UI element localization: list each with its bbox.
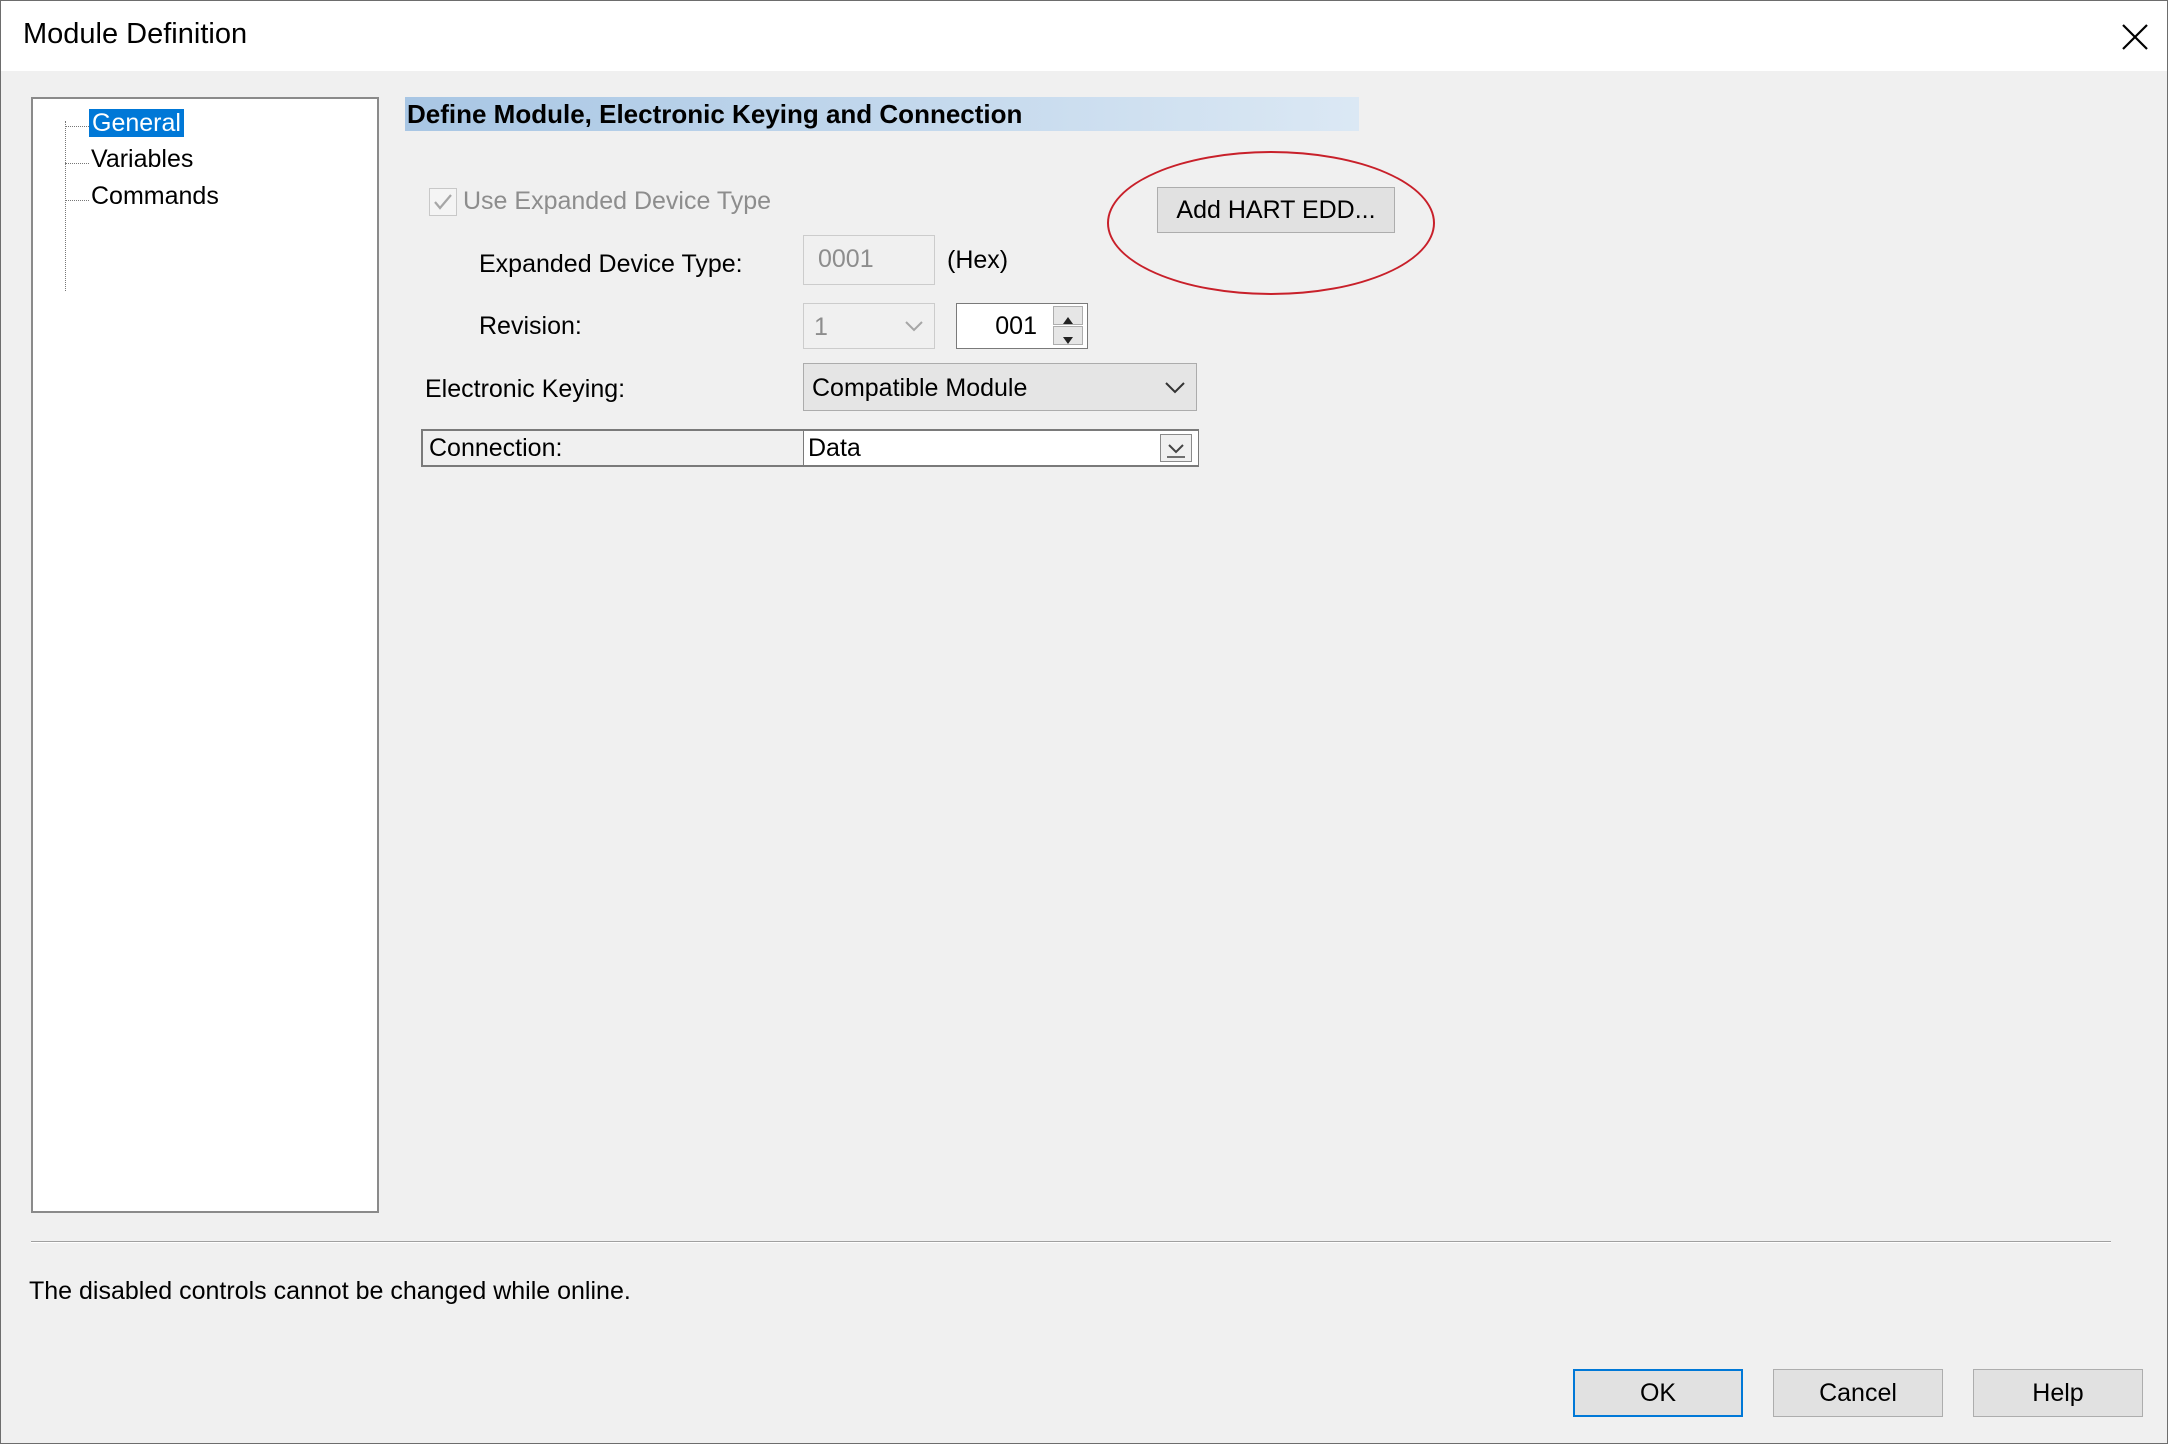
cancel-button[interactable]: Cancel [1773, 1369, 1943, 1417]
tree-item-general[interactable]: General [89, 109, 184, 138]
ok-button[interactable]: OK [1573, 1369, 1743, 1417]
revision-major-value: 1 [814, 313, 828, 341]
status-message: The disabled controls cannot be changed … [29, 1277, 631, 1305]
section-header-label: Define Module, Electronic Keying and Con… [407, 99, 1023, 129]
tree-item-label: Commands [91, 182, 219, 210]
connection-select[interactable]: Data [803, 431, 1198, 465]
electronic-keying-label: Electronic Keying: [425, 375, 626, 403]
connection-row: Connection: Data [421, 429, 1199, 467]
expanded-device-type-field[interactable]: 0001 [803, 235, 935, 285]
tree-connector-line [65, 126, 89, 127]
tree-connector-line [65, 121, 66, 291]
use-expanded-device-type-label: Use Expanded Device Type [463, 187, 772, 215]
divider [31, 1241, 2111, 1243]
close-button[interactable] [2109, 13, 2159, 59]
expanded-device-type-label: Expanded Device Type: [479, 250, 743, 278]
electronic-keying-select[interactable]: Compatible Module [803, 363, 1197, 411]
tree-item-label: General [89, 109, 184, 137]
module-definition-dialog: Module Definition General Variables Comm… [0, 0, 2168, 1444]
spin-down-button[interactable] [1053, 326, 1083, 345]
revision-minor-spinbox[interactable]: 001 [956, 303, 1088, 349]
checkmark-icon [434, 194, 452, 210]
navigation-tree: General Variables Commands [31, 97, 379, 1213]
chevron-down-icon [905, 321, 923, 332]
expanded-device-type-value: 0001 [818, 245, 874, 273]
section-header: Define Module, Electronic Keying and Con… [405, 97, 1359, 131]
tree-item-commands[interactable]: Commands [91, 182, 219, 211]
hex-label: (Hex) [947, 246, 1009, 274]
revision-minor-value: 001 [995, 312, 1037, 340]
tree-item-label: Variables [91, 145, 194, 173]
help-button[interactable]: Help [1973, 1369, 2143, 1417]
ok-button-label: OK [1639, 1379, 1677, 1407]
close-icon [2122, 24, 2148, 50]
revision-major-select[interactable]: 1 [803, 303, 935, 349]
connection-dropdown-button[interactable] [1160, 434, 1192, 462]
cancel-button-label: Cancel [1819, 1379, 1897, 1407]
tree-connector-line [65, 163, 89, 164]
title-bar: Module Definition [1, 1, 2167, 71]
tree-connector-line [65, 200, 89, 201]
connection-value: Data [808, 434, 861, 462]
window-title: Module Definition [23, 18, 248, 50]
electronic-keying-value: Compatible Module [812, 374, 1028, 402]
connection-label: Connection: [429, 434, 563, 462]
chevron-down-icon [1167, 444, 1185, 458]
revision-label: Revision: [479, 312, 582, 340]
spin-up-button[interactable] [1053, 306, 1083, 325]
tree-item-variables[interactable]: Variables [91, 145, 193, 174]
use-expanded-device-type-checkbox[interactable] [429, 188, 457, 216]
chevron-down-icon [1165, 382, 1185, 394]
spin-down-icon [1063, 337, 1073, 344]
highlight-circle [1107, 151, 1435, 295]
help-button-label: Help [2032, 1379, 2084, 1407]
